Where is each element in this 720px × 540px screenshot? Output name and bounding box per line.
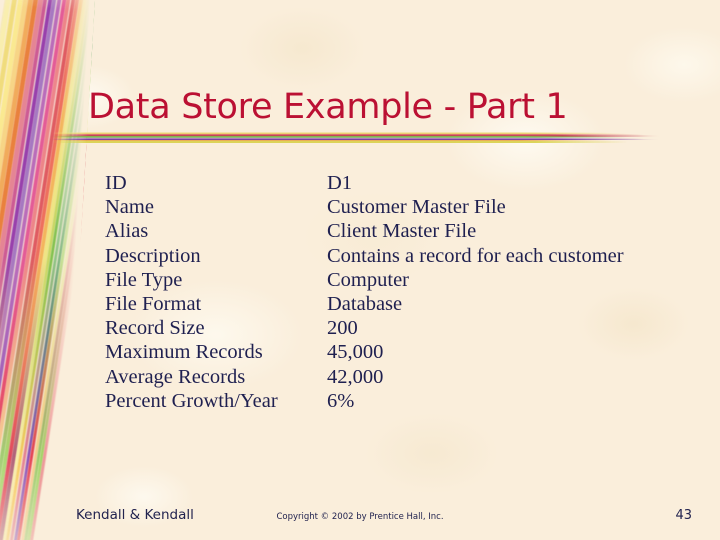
brush-stroke — [0, 0, 96, 540]
row-label: Record Size — [105, 317, 205, 340]
brush-stroke — [0, 0, 96, 540]
table-row: Maximum Records 45,000 — [105, 341, 705, 365]
brush-stroke — [11, 0, 96, 540]
brush-stroke — [0, 0, 37, 540]
page-title: Data Store Example - Part 1 — [88, 87, 568, 128]
row-value: 6% — [327, 389, 355, 412]
row-value: Contains a record for each customer — [327, 244, 624, 267]
brush-stroke — [0, 0, 52, 540]
brush-stroke — [20, 0, 96, 540]
rule-stroke — [52, 140, 628, 143]
row-label: Percent Growth/Year — [105, 389, 278, 412]
row-value: Computer — [327, 268, 409, 291]
brush-stroke — [7, 0, 96, 540]
brush-stroke — [0, 0, 26, 540]
title-rule-right-fade — [638, 128, 672, 148]
brush-stroke — [17, 0, 96, 540]
row-label: ID — [105, 172, 127, 194]
brush-stroke — [0, 0, 70, 540]
row-label: Name — [105, 196, 154, 219]
brush-stroke — [0, 0, 84, 540]
row-value: Database — [327, 292, 403, 315]
table-row: Average Records 42,000 — [105, 366, 705, 390]
brush-stroke — [0, 0, 75, 540]
table-row: Description Contains a record for each cu… — [105, 245, 705, 269]
rule-stroke — [52, 134, 660, 138]
row-value: 42,000 — [327, 365, 384, 388]
rule-stroke — [52, 133, 644, 136]
brush-stroke — [0, 0, 88, 540]
table-row: ID D1 — [105, 172, 705, 196]
rule-stroke — [52, 138, 660, 141]
row-value: 45,000 — [327, 341, 384, 364]
table-row: File Format Database — [105, 293, 705, 317]
rule-stroke — [52, 136, 628, 139]
footer-page-number: 43 — [675, 508, 692, 523]
row-label: Alias — [105, 220, 149, 243]
brush-stroke — [0, 0, 96, 540]
rule-stroke — [52, 132, 612, 135]
table-row: Percent Growth/Year 6% — [105, 390, 705, 414]
table-row: File Type Computer — [105, 269, 705, 293]
brush-stroke — [14, 0, 96, 540]
table-row: Alias Client Master File — [105, 220, 705, 244]
rule-stroke — [52, 139, 612, 141]
slide-footer: Kendall & Kendall Copyright © 2002 by Pr… — [0, 505, 720, 529]
brush-stroke — [0, 0, 47, 540]
row-value: Client Master File — [327, 220, 477, 243]
row-value: D1 — [327, 172, 353, 194]
table-row: Name Customer Master File — [105, 196, 705, 220]
brush-stroke — [0, 0, 96, 540]
row-label: Description — [105, 244, 201, 267]
brush-stroke — [0, 0, 43, 540]
brush-stroke — [0, 0, 66, 540]
row-label: Maximum Records — [105, 341, 263, 364]
brush-stroke — [0, 0, 57, 540]
edge-streak-right-fade — [35, 0, 96, 540]
row-value: Customer Master File — [327, 196, 506, 219]
decorative-edge-streak — [0, 0, 96, 540]
brush-stroke — [0, 0, 21, 540]
data-store-definition-table: ID D1 Name Customer Master File Alias Client … — [105, 172, 705, 414]
rule-stroke — [52, 132, 628, 135]
row-label: Average Records — [105, 365, 246, 388]
brush-stroke — [4, 0, 96, 540]
rule-stroke — [52, 137, 644, 140]
brush-stroke — [0, 0, 32, 540]
row-label: File Format — [105, 292, 202, 315]
brush-stroke — [0, 0, 16, 540]
row-value: 200 — [327, 317, 358, 340]
footer-copyright: Copyright © 2002 by Prentice Hall, Inc. — [276, 512, 444, 522]
brush-stroke — [0, 0, 62, 540]
edge-streak-top-fade — [0, 0, 96, 2]
slide-canvas: Data Store Example - Part 1 ID D1 Name Cust… — [0, 0, 720, 540]
row-label: File Type — [105, 268, 183, 291]
table-row: Record Size 200 — [105, 317, 705, 341]
brush-stroke — [0, 0, 92, 540]
rule-stroke — [52, 135, 612, 138]
title-underline-rule — [52, 128, 672, 148]
brush-stroke — [0, 0, 79, 540]
